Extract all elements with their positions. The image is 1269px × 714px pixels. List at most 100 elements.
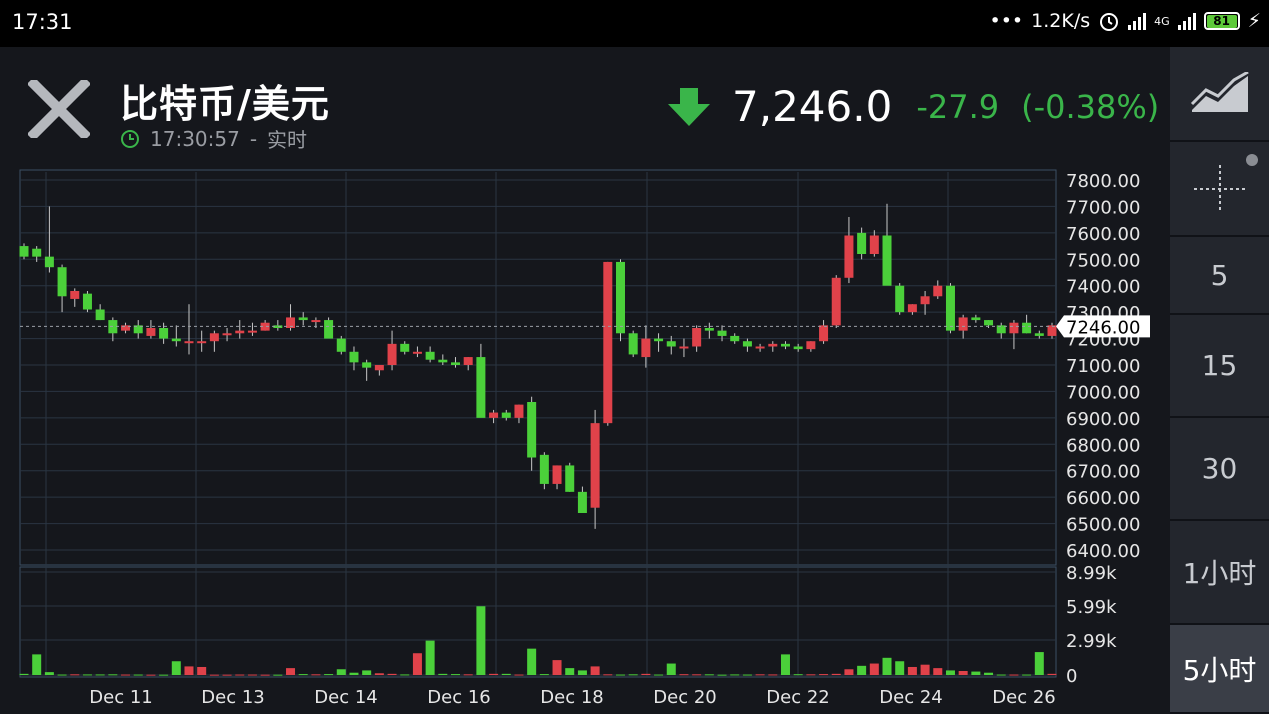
- volume-bar: [501, 673, 511, 675]
- candle-body: [895, 285, 905, 313]
- candle-body: [349, 351, 359, 363]
- candle-body: [857, 232, 867, 254]
- candle-body: [1034, 333, 1044, 336]
- interval-5h-button[interactable]: 5小时: [1170, 625, 1269, 714]
- volume-bar: [933, 668, 943, 675]
- volume-bar: [819, 674, 829, 676]
- candle-body: [197, 341, 207, 344]
- volume-bar: [1047, 673, 1057, 675]
- price-tick-label: 7400.00: [1066, 277, 1140, 298]
- price-tick-label: 6900.00: [1066, 409, 1140, 430]
- candle-body: [730, 335, 740, 342]
- candle-body: [209, 333, 219, 342]
- interval-1h-button[interactable]: 1小时: [1170, 521, 1269, 625]
- volume-bar: [793, 674, 803, 676]
- volume-bar: [514, 674, 524, 676]
- candle-body: [539, 454, 549, 484]
- candle-body: [336, 338, 346, 352]
- volume-bar: [806, 674, 816, 676]
- date-tick-label: Dec 18: [540, 687, 603, 708]
- battery-icon: 81: [1203, 12, 1240, 30]
- interval-1h-label: 1小时: [1182, 557, 1257, 590]
- interval-15-button[interactable]: 15: [1170, 315, 1269, 418]
- candle-body: [171, 338, 181, 342]
- interval-30-label: 30: [1201, 452, 1238, 485]
- date-tick-label: Dec 22: [766, 687, 829, 708]
- candle-body: [831, 277, 841, 326]
- volume-bar: [958, 670, 968, 675]
- volume-bar: [222, 674, 232, 676]
- candle-body: [438, 359, 448, 363]
- candle-body: [615, 261, 625, 334]
- candle-body: [298, 317, 308, 321]
- interval-30-button[interactable]: 30: [1170, 418, 1269, 521]
- chart-type-button[interactable]: [1170, 47, 1269, 142]
- volume-bar: [374, 673, 384, 675]
- candle-body: [1009, 322, 1019, 334]
- interval-5-label: 5: [1210, 258, 1229, 292]
- volume-bar: [400, 674, 410, 676]
- volume-bar: [489, 673, 499, 675]
- price-tick-label: 7100.00: [1066, 356, 1140, 377]
- candle-body: [565, 465, 575, 492]
- volume-bar: [768, 674, 778, 676]
- volume-bar: [527, 648, 537, 675]
- date-tick-label: Dec 24: [879, 687, 942, 708]
- candle-body: [806, 341, 816, 350]
- volume-bar: [882, 657, 892, 675]
- volume-bar: [907, 666, 917, 675]
- price-tick-label: 6700.00: [1066, 462, 1140, 483]
- volume-bar: [730, 674, 740, 676]
- candle-body: [70, 291, 80, 299]
- crosshair-button[interactable]: [1170, 142, 1269, 237]
- candle-body: [742, 341, 752, 347]
- sidebar: 5 15 30 1小时 5小时: [1170, 47, 1269, 714]
- volume-bar: [666, 663, 676, 675]
- candle-body: [984, 320, 994, 326]
- interval-5-button[interactable]: 5: [1170, 237, 1269, 315]
- candle-body: [463, 357, 473, 365]
- volume-bar: [920, 664, 930, 675]
- volume-bar: [146, 674, 156, 676]
- candle-body: [679, 346, 689, 349]
- price-panel-frame: [19, 169, 1057, 566]
- volume-bar: [704, 674, 714, 676]
- candle-body: [44, 256, 54, 268]
- volume-bar: [311, 674, 321, 676]
- volume-bar: [387, 673, 397, 675]
- candlestick-chart[interactable]: 7800.007700.007600.007500.007400.007300.…: [0, 0, 1170, 714]
- volume-bar: [451, 674, 461, 676]
- candle-body: [692, 328, 702, 347]
- volume-bar: [57, 674, 67, 676]
- candle-body: [654, 338, 664, 342]
- volume-bar: [159, 674, 169, 676]
- date-tick-label: Dec 13: [201, 687, 264, 708]
- candle-body: [95, 309, 105, 321]
- volume-bar: [362, 670, 372, 675]
- date-tick-label: Dec 11: [89, 687, 152, 708]
- candle-body: [476, 357, 486, 418]
- volume-bar: [298, 674, 308, 676]
- volume-bar: [984, 672, 994, 675]
- candle-body: [184, 341, 194, 344]
- volume-bar: [654, 674, 664, 676]
- volume-tick-label: 2.99k: [1066, 631, 1117, 652]
- candle-body: [907, 304, 917, 313]
- candle-body: [362, 362, 372, 368]
- volume-bar: [19, 673, 29, 675]
- candle-body: [552, 465, 562, 484]
- candle-body: [19, 246, 29, 257]
- volume-bar: [463, 674, 473, 676]
- volume-bar: [717, 674, 727, 676]
- candle-body: [501, 412, 511, 418]
- candle-body: [387, 343, 397, 365]
- candle-body: [603, 261, 613, 424]
- volume-bar: [425, 640, 435, 675]
- candle-body: [666, 341, 676, 347]
- volume-bar: [235, 674, 245, 676]
- volume-bar: [171, 661, 181, 675]
- candle-body: [1022, 322, 1032, 334]
- candle-body: [374, 365, 384, 371]
- candle-body: [958, 317, 968, 331]
- candle-body: [920, 296, 930, 305]
